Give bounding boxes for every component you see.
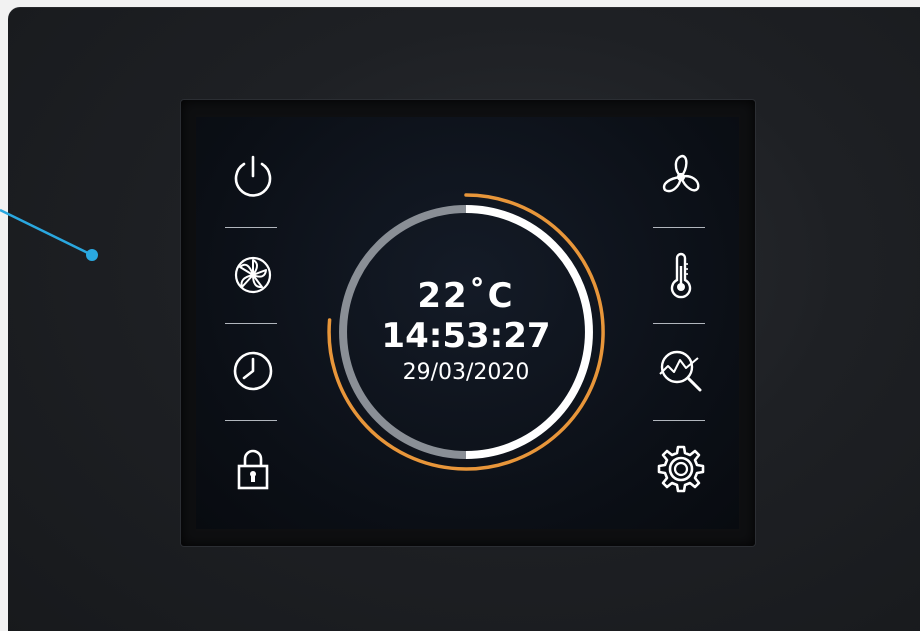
- status-dial: 22˚C 14:53:27 29/03/2020: [324, 190, 608, 474]
- touch-screen: 22˚C 14:53:27 29/03/2020: [196, 117, 739, 529]
- clock-button[interactable]: [213, 331, 293, 411]
- separator: [225, 323, 277, 324]
- power-button[interactable]: [213, 137, 293, 217]
- clock-icon: [233, 351, 273, 391]
- chart-search-icon: [659, 350, 702, 392]
- fan-button[interactable]: [641, 137, 721, 217]
- fan-speed-icon: [234, 256, 272, 294]
- power-icon: [234, 155, 272, 197]
- product-photo: 22˚C 14:53:27 29/03/2020: [0, 0, 920, 631]
- gear-icon: [657, 445, 705, 493]
- chart-search-button[interactable]: [641, 331, 721, 411]
- separator: [225, 420, 277, 421]
- temperature-button[interactable]: [641, 235, 721, 315]
- dial-readout: 22˚C 14:53:27 29/03/2020: [324, 190, 608, 474]
- callout-dot: [86, 249, 98, 261]
- fan-icon: [662, 154, 700, 193]
- date-display: 29/03/2020: [402, 360, 530, 385]
- separator: [653, 420, 705, 421]
- separator: [653, 227, 705, 228]
- settings-button[interactable]: [641, 429, 721, 509]
- temperature-display: 22˚C: [417, 276, 515, 316]
- left-button-column: [213, 117, 293, 529]
- time-display: 14:53:27: [381, 316, 551, 356]
- lock-icon: [237, 449, 269, 490]
- separator: [225, 227, 277, 228]
- right-button-column: [641, 117, 721, 529]
- separator: [653, 323, 705, 324]
- fan-speed-button[interactable]: [213, 235, 293, 315]
- thermometer-icon: [670, 252, 692, 299]
- lock-button[interactable]: [213, 429, 293, 509]
